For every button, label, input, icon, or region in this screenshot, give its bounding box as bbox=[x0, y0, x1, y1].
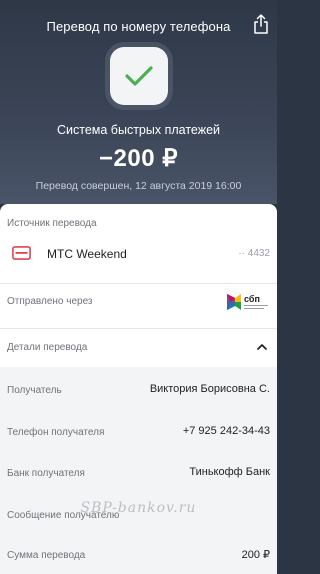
transfer-amount: −200 ₽ bbox=[99, 145, 178, 172]
detail-key: Телефон получателя bbox=[7, 427, 105, 438]
detail-row-phone: Телефон получателя +7 925 242-34-43 bbox=[0, 424, 277, 444]
source-label: Источник перевода bbox=[7, 218, 97, 229]
sbp-logo-text: сбп bbox=[244, 294, 260, 304]
detail-row-amount: Сумма перевода 200 ₽ bbox=[0, 547, 277, 567]
detail-value: 200 ₽ bbox=[241, 549, 270, 561]
card-icon bbox=[12, 246, 31, 260]
divider bbox=[0, 328, 277, 329]
success-badge bbox=[110, 47, 168, 105]
details-label: Детали перевода bbox=[7, 342, 88, 353]
transfer-status: Перевод совершен, 12 августа 2019 16:00 bbox=[35, 180, 242, 192]
detail-value: Тинькофф Банк bbox=[189, 466, 270, 478]
detail-row-recipient: Получатель Виктория Борисовна С. bbox=[0, 382, 277, 402]
detail-key: Банк получателя bbox=[7, 468, 85, 479]
payment-system-name: Система быстрых платежей bbox=[56, 123, 221, 137]
detail-key: Сумма перевода bbox=[7, 550, 86, 561]
sbp-logo-icon: сбп bbox=[227, 294, 268, 310]
sent-via-label: Отправлено через bbox=[7, 296, 93, 307]
source-card-row[interactable]: МТС Weekend ·· 4432 bbox=[0, 238, 277, 276]
detail-key: Получатель bbox=[7, 385, 62, 396]
detail-value: +7 925 242-34-43 bbox=[182, 425, 270, 437]
header: Перевод по номеру телефона Система быстр… bbox=[0, 0, 277, 204]
page-title: Перевод по номеру телефона bbox=[46, 19, 231, 34]
share-icon[interactable] bbox=[253, 14, 269, 34]
divider bbox=[0, 283, 277, 284]
checkmark-icon bbox=[125, 66, 153, 86]
card-name: МТС Weekend bbox=[47, 247, 127, 261]
detail-row-bank: Банк получателя Тинькофф Банк bbox=[0, 465, 277, 485]
details-list: Получатель Виктория Борисовна С. Телефон… bbox=[0, 367, 277, 574]
watermark: SBP-bankov.ru bbox=[80, 500, 197, 516]
details-toggle[interactable]: Детали перевода bbox=[0, 330, 277, 366]
card-number: ·· 4432 bbox=[238, 248, 270, 259]
detail-value: Виктория Борисовна С. bbox=[149, 383, 270, 395]
details-sheet: Источник перевода МТС Weekend ·· 4432 От… bbox=[0, 204, 277, 574]
chevron-up-icon bbox=[257, 344, 267, 350]
